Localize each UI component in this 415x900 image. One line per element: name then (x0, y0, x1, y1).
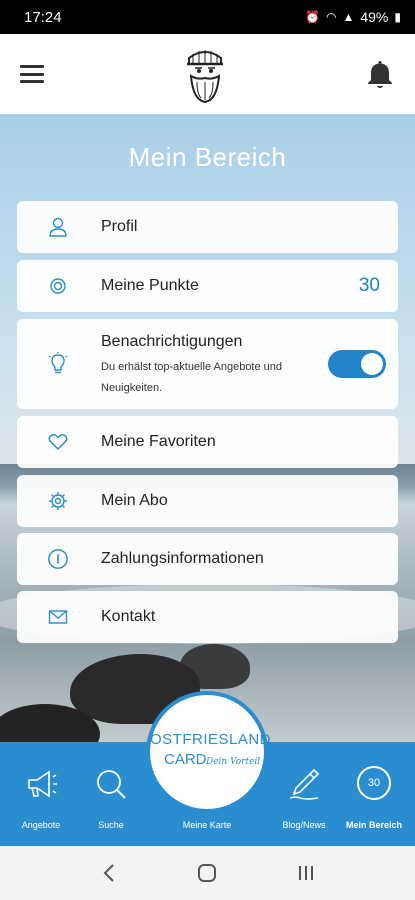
lightbulb-icon (47, 352, 69, 375)
page-title: Mein Bereich (128, 142, 287, 172)
card-logo-line2: CARD (164, 751, 207, 768)
system-nav-bar (0, 846, 415, 900)
points-value: 30 (358, 275, 380, 296)
nav-my-card-label: Meine Karte (182, 820, 232, 830)
payment-item[interactable]: Zahlungsinformationen (17, 533, 398, 585)
signal-icon: ▲ (342, 10, 355, 24)
back-icon[interactable] (89, 853, 129, 893)
target-icon (47, 275, 69, 297)
notifications-toggle[interactable] (328, 350, 386, 378)
menu-icon[interactable] (20, 65, 44, 83)
contact-item[interactable]: Kontakt (17, 591, 398, 643)
person-icon (47, 216, 69, 238)
alarm-icon: ⏰ (305, 10, 320, 24)
points-item[interactable]: Meine Punkte 30 (17, 260, 398, 312)
notifications-text: Benachrichtigungen Du erhälst top-aktuel… (101, 333, 311, 399)
profile-item[interactable]: Profil (17, 201, 398, 253)
points-label: Meine Punkte (101, 277, 199, 294)
card-logo-tagline: Dein Vorteil (206, 757, 261, 767)
contact-label: Kontakt (101, 608, 156, 625)
favorites-label: Meine Favoriten (101, 433, 216, 450)
envelope-icon (47, 606, 69, 628)
nav-my-area-label: Mein Bereich (345, 820, 403, 830)
status-bar: 17:24 ⏰ ◠ ▲ 49% ▮ (0, 0, 415, 34)
app-header (0, 34, 415, 114)
subscription-label: Mein Abo (101, 492, 168, 509)
home-icon[interactable] (187, 853, 227, 893)
payment-label: Zahlungsinformationen (101, 550, 264, 567)
nav-my-area[interactable]: 30 Mein Bereich (333, 742, 415, 846)
bell-icon[interactable] (365, 58, 395, 90)
battery-percent: 49% (360, 9, 389, 25)
ostfriesland-card-button[interactable]: OSTFRIESLAND CARD Dein Vorteil (146, 691, 272, 813)
recent-apps-icon[interactable] (286, 853, 326, 893)
heart-icon (47, 431, 69, 453)
nav-search[interactable]: Suche (70, 742, 152, 846)
search-icon (97, 770, 126, 799)
card-logo-line1: OSTFRIESLAND (150, 731, 272, 748)
bearded-sailor-logo[interactable] (179, 44, 231, 104)
notifications-description: Du erhälst top-aktuelle Angebote und Neu… (101, 361, 283, 394)
profile-label: Profil (101, 218, 138, 235)
status-icons: ⏰ ◠ ▲ 49% ▮ (305, 9, 401, 25)
points-badge: 30 (357, 766, 391, 800)
wifi-icon: ◠ (325, 10, 337, 24)
battery-icon: ▮ (394, 10, 401, 24)
gear-icon (47, 490, 69, 512)
info-icon (47, 548, 69, 570)
notifications-item: Benachrichtigungen Du erhälst top-aktuel… (17, 319, 398, 409)
notifications-label: Benachrichtigungen (101, 333, 243, 350)
pen-icon (289, 768, 320, 800)
nav-search-label: Suche (98, 820, 124, 830)
status-time: 17:24 (24, 8, 62, 26)
subscription-item[interactable]: Mein Abo (17, 475, 398, 527)
megaphone-icon (28, 770, 57, 798)
favorites-item[interactable]: Meine Favoriten (17, 416, 398, 468)
